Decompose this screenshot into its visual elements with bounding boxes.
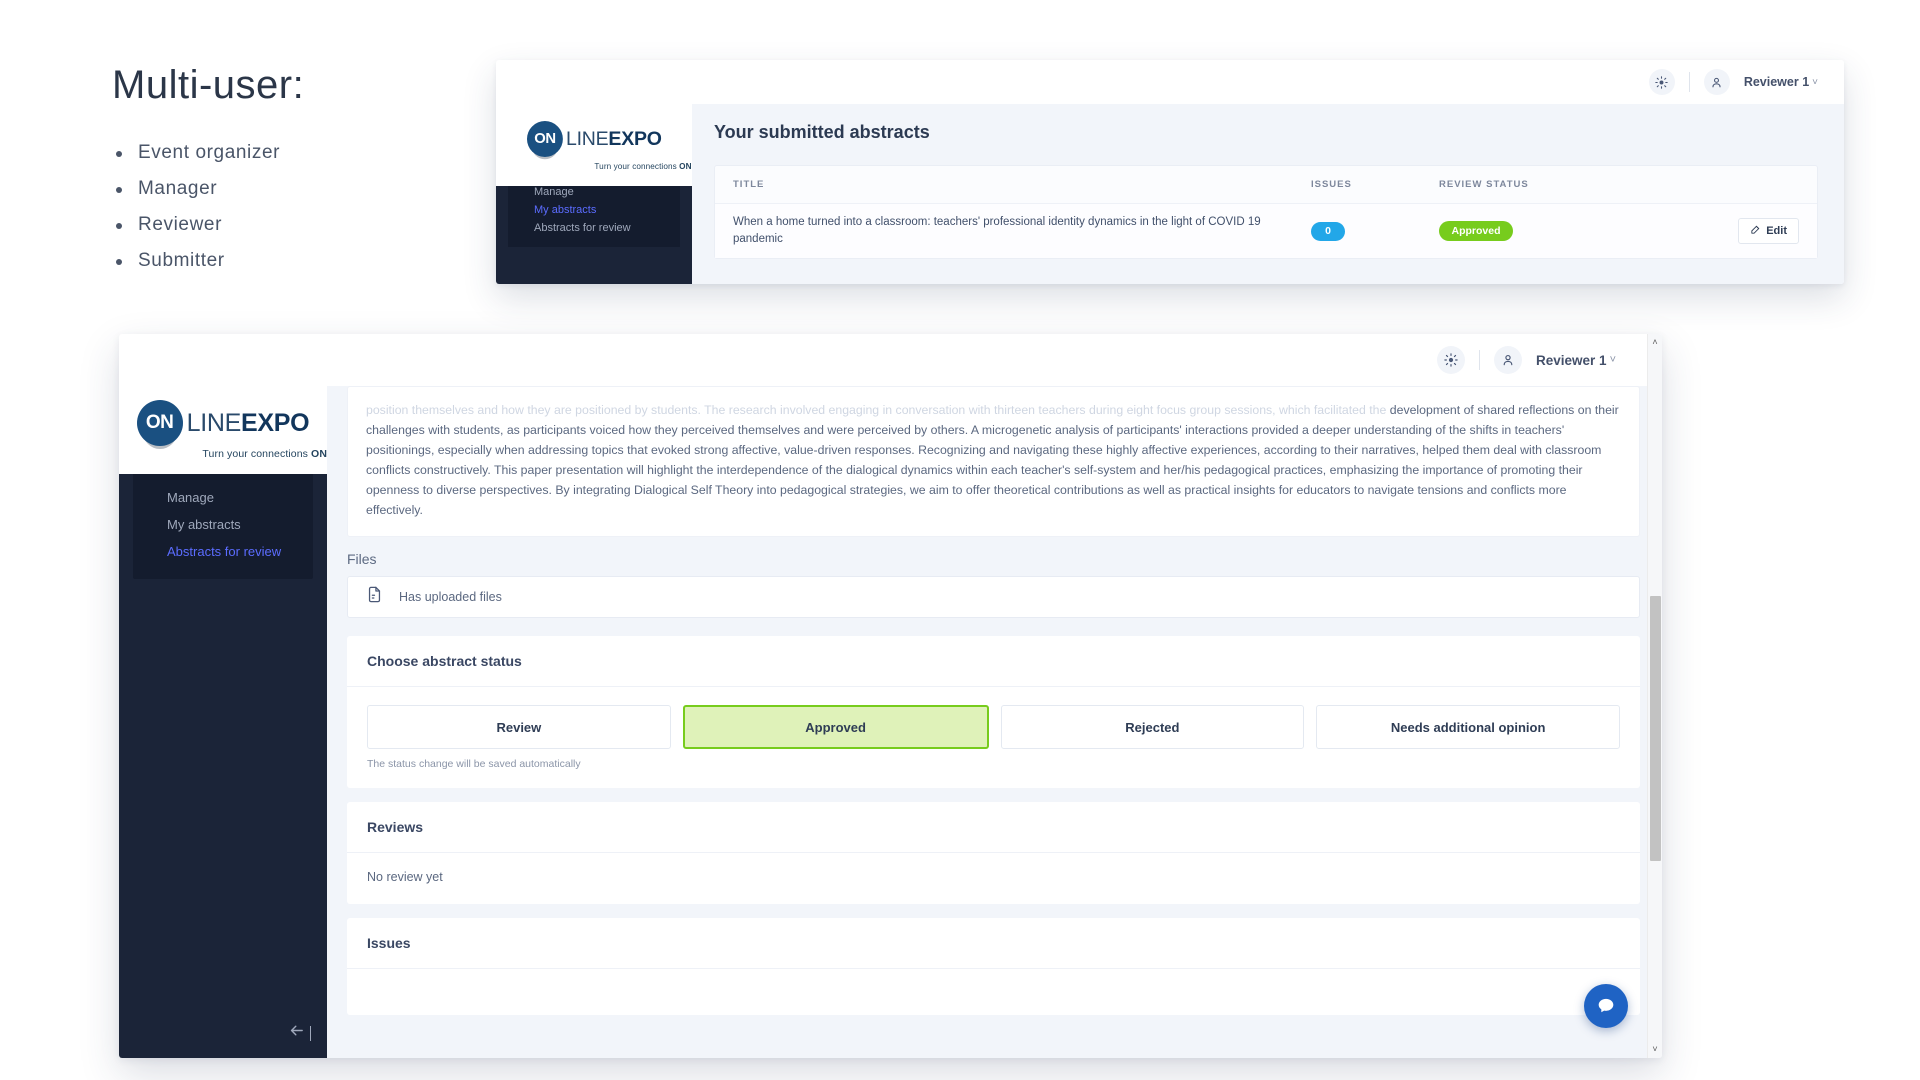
status-options: Review Approved Rejected Needs additiona… (347, 687, 1640, 750)
abstract-text-panel: position themselves and how they are pos… (347, 386, 1640, 538)
window1-main: Your submitted abstracts TITLE ISSUES RE… (692, 104, 1844, 284)
arrow-left-icon (288, 1022, 305, 1044)
reviews-panel: Reviews No review yet (347, 802, 1640, 905)
logo-word-expo: EXPO (241, 408, 310, 437)
chat-bubble-icon[interactable] (1584, 984, 1628, 1028)
screenshot-root: Multi-user: Event organizer Manager Revi… (0, 0, 1920, 1080)
logo-tagline: Turn your connections ON (202, 448, 327, 460)
divider (1688, 72, 1690, 92)
logo-tagline: Turn your connections ON (594, 162, 692, 172)
promo-title: Multi-user: (112, 63, 305, 107)
topbar: Reviewer 1 ˅ (327, 334, 1662, 386)
choose-status-title: Choose abstract status (347, 636, 1640, 688)
sidebar: ON LINEEXPO Turn your connections ON Man… (496, 104, 692, 284)
page-title: Your submitted abstracts (714, 122, 930, 142)
scrollbar-thumb[interactable] (1650, 596, 1661, 861)
promo-role-list: Event organizer Manager Reviewer Submitt… (112, 142, 442, 272)
list-ordered-icon (151, 460, 164, 476)
issues-title: Issues (347, 918, 1640, 970)
logo-word-line: LINE (186, 408, 242, 437)
edit-pencil-icon (1750, 224, 1761, 238)
sidebar: ON LINEEXPO Turn your connections ON Man… (119, 386, 327, 1058)
column-header-title: TITLE (733, 179, 765, 190)
sun-icon[interactable] (1437, 346, 1466, 374)
cell-review-status: Approved (1439, 221, 1649, 241)
reviews-title: Reviews (347, 802, 1640, 854)
scroll-down-arrow[interactable]: ˅ (1652, 1041, 1657, 1058)
logo-word-expo: EXPO (608, 127, 662, 150)
edit-button[interactable]: Edit (1738, 218, 1799, 244)
scrollbar-track[interactable] (1648, 351, 1662, 1041)
user-menu[interactable]: Reviewer 1 ˅ (1536, 353, 1616, 368)
abstract-text-clipped: position themselves and how they are pos… (366, 403, 1387, 417)
user-menu[interactable]: Reviewer 1 ˅ (1744, 75, 1818, 89)
status-hint: The status change will be saved automati… (367, 758, 581, 771)
sidebar-item-my-abstracts[interactable]: My abstracts (133, 511, 313, 538)
files-label: Files (347, 551, 377, 568)
window2-main: position themselves and how they are pos… (327, 386, 1662, 1058)
cell-title: When a home turned into a classroom: tea… (733, 216, 1261, 245)
user-name: Reviewer 1 (1743, 75, 1810, 89)
list-ordered-icon (522, 164, 533, 178)
edit-button-label: Edit (1766, 225, 1787, 237)
list-item: Submitter (112, 250, 442, 272)
table-header-row: TITLE ISSUES REVIEW STATUS (715, 166, 1817, 204)
logo-mark-icon: ON (526, 121, 563, 160)
files-row[interactable]: Has uploaded files (347, 576, 1640, 619)
scroll-up-arrow[interactable]: ˄ (1652, 334, 1657, 351)
issues-empty-text (347, 969, 1640, 1015)
abstract-review-window: Reviewer 1 ˅ ON LINEEXPO Turn your conne… (119, 334, 1662, 1058)
sidebar-collapse-button[interactable] (288, 1022, 311, 1044)
reviews-empty-text: No review yet (367, 870, 443, 885)
topbar: Reviewer 1 ˅ (692, 60, 1844, 104)
status-option-needs-additional-opinion[interactable]: Needs additional opinion (1316, 705, 1620, 750)
table-row[interactable]: When a home turned into a classroom: tea… (715, 204, 1817, 258)
logo-on-text: ON (533, 130, 556, 147)
document-icon (366, 586, 383, 608)
sidebar-item-abstracts-for-review[interactable]: Abstracts for review (508, 219, 680, 237)
column-header-review-status: REVIEW STATUS (1439, 179, 1529, 190)
chevron-down-icon: ˅ (1812, 76, 1818, 88)
column-header-issues: ISSUES (1311, 179, 1352, 190)
sidebar-item-my-abstracts[interactable]: My abstracts (508, 201, 680, 219)
status-option-rejected[interactable]: Rejected (1000, 705, 1305, 750)
list-item: Manager (112, 178, 442, 200)
logo-on-text: ON (145, 412, 174, 433)
status-option-review[interactable]: Review (367, 705, 671, 750)
status-badge: Approved (1439, 221, 1513, 241)
list-item: Event organizer (112, 142, 442, 164)
sun-icon[interactable] (1648, 69, 1675, 95)
issues-panel: Issues (347, 918, 1640, 1016)
logo-mark-icon: ON (136, 400, 183, 449)
user-name: Reviewer 1 (1536, 352, 1607, 368)
submitted-abstracts-window: Reviewer 1 ˅ ON LINEEXPO Turn your conne… (496, 60, 1844, 284)
divider (1479, 350, 1481, 370)
choose-status-panel: Choose abstract status Review Approved R… (347, 636, 1640, 789)
promo-block: Multi-user: Event organizer Manager Revi… (112, 62, 442, 286)
chevron-down-icon: ˅ (1609, 354, 1616, 366)
cell-issues: 0 (1311, 221, 1439, 241)
abstract-text: development of shared reflections on the… (366, 403, 1619, 517)
list-item: Reviewer (112, 214, 442, 236)
scroll-content: position themselves and how they are pos… (347, 386, 1640, 1058)
abstracts-table: TITLE ISSUES REVIEW STATUS When a home t… (714, 165, 1818, 259)
window1-topbar: Reviewer 1 ˅ (496, 60, 1844, 104)
issues-badge: 0 (1311, 221, 1345, 241)
status-option-approved[interactable]: Approved (682, 705, 989, 750)
sidebar-item-abstracts-for-review[interactable]: Abstracts for review (133, 538, 313, 565)
person-icon[interactable] (1703, 69, 1730, 95)
sidebar-item-manage[interactable]: Manage (133, 484, 313, 511)
person-icon[interactable] (1494, 346, 1523, 374)
window2-topbar: Reviewer 1 ˅ (119, 334, 1662, 386)
files-status-text: Has uploaded files (399, 590, 502, 605)
logo-word-line: LINE (565, 127, 609, 150)
cell-actions: Edit (1649, 218, 1799, 244)
window-scrollbar[interactable]: ˄ ˅ (1647, 334, 1662, 1058)
